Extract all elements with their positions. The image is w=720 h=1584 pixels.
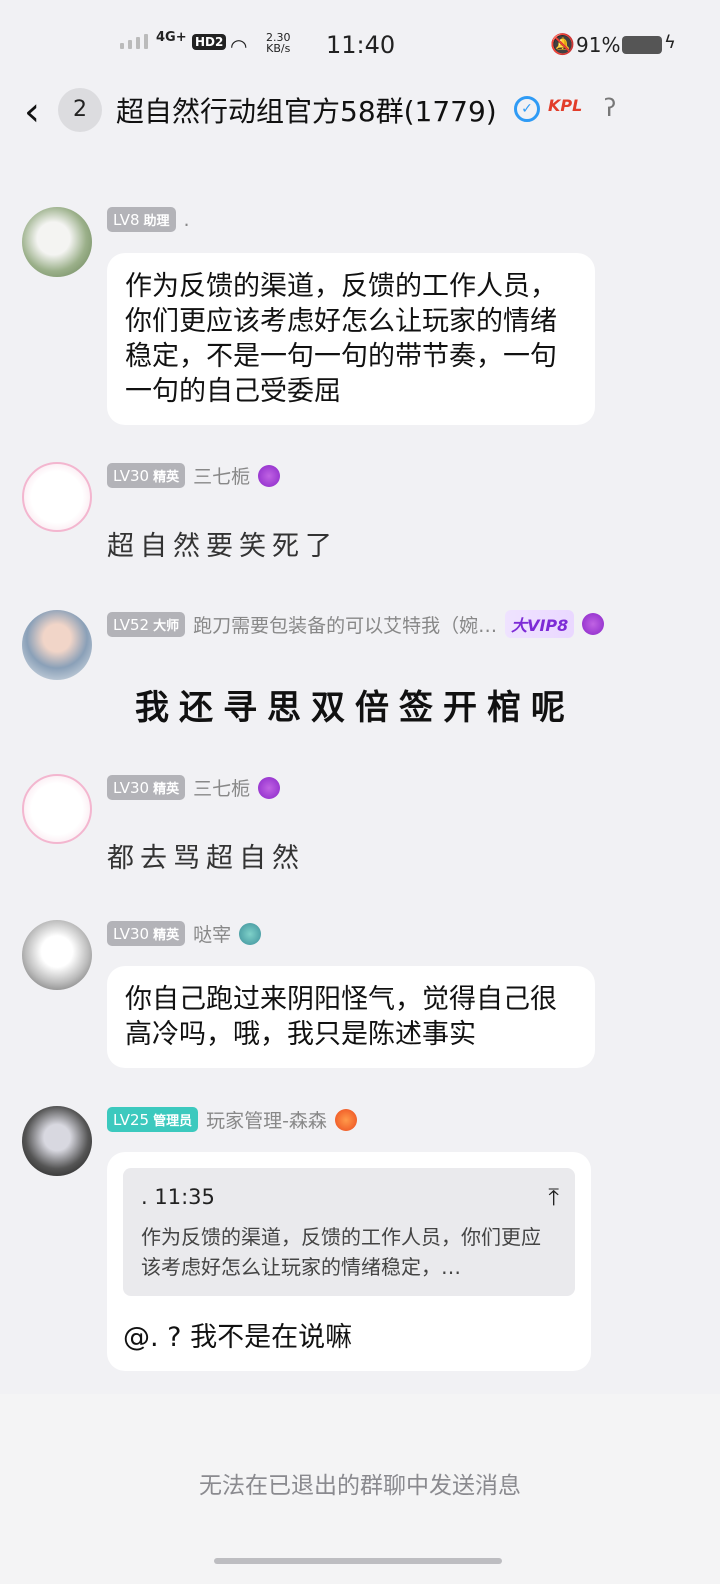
unread-count-badge[interactable]: 2 [58,88,102,132]
sender-meta: LV30 精英 哒宰 [107,920,262,947]
back-arrow-icon[interactable]: ‹ [24,92,40,132]
battery-percent: 91% [576,33,621,57]
level-badge: LV30 精英 [107,775,186,800]
home-indicator[interactable] [214,1558,502,1564]
avatar[interactable] [22,774,92,844]
sticker-message[interactable]: 我还寻思双倍签开棺呢 [135,680,575,729]
battery-icon [622,36,662,54]
chat-header: ‹ 2 超自然行动组官方58群(1779) ✓ KPL ʔ [0,80,720,150]
avatar[interactable] [22,1106,92,1176]
sender-name[interactable]: 三七栀 [193,774,250,801]
quote-time: . 11:35 [141,1185,215,1209]
quoted-message[interactable]: . 11:35 ⤒ 作为反馈的渠道，反馈的工作人员，你们更应该考虑好怎么让玩家的… [123,1168,575,1296]
sender-name[interactable]: 三七栀 [193,462,250,489]
mute-bell-icon: 🔕 [550,32,575,56]
signal-strength-icon [120,34,148,49]
network-type: 4G+ [156,30,187,45]
sender-name[interactable]: . [184,209,190,231]
message-bubble[interactable]: 你自己跑过来阴阳怪气，觉得自己很高冷吗，哦，我只是陈述事实 [107,966,595,1068]
avatar[interactable] [22,610,92,680]
sticker-message[interactable]: 超自然要笑死了 [107,524,338,563]
vip-badge: 大VIP8 [505,610,575,638]
avatar[interactable] [22,207,92,277]
avatar[interactable] [22,462,92,532]
level-badge: LV30 精英 [107,921,186,946]
quote-text: 作为反馈的渠道，反馈的工作人员，你们更应该考虑好怎么让玩家的情绪稳定，… [141,1225,541,1279]
level-badge: LV8 助理 [107,207,176,232]
group-title[interactable]: 超自然行动组官方58群(1779) [116,90,497,130]
reply-bubble[interactable]: . 11:35 ⤒ 作为反馈的渠道，反馈的工作人员，你们更应该考虑好怎么让玩家的… [107,1152,591,1371]
kpl-emblem-icon: KPL [548,96,583,115]
flame-badge-icon [582,613,605,635]
sender-name[interactable]: 跑刀需要包装备的可以艾特我（婉… [193,611,497,638]
flame-badge-icon [258,464,281,487]
message-bubble[interactable]: 作为反馈的渠道，反馈的工作人员，你们更应该考虑好怎么让玩家的情绪稳定，不是一句一… [107,253,595,425]
sender-meta: LV30 精英 三七栀 [107,462,281,489]
hd-voice-icon: HD2 [192,34,227,50]
input-disabled-footer: 无法在已退出的群聊中发送消息 [0,1394,720,1584]
jump-to-original-icon[interactable]: ⤒ [548,1182,559,1212]
avatar[interactable] [22,920,92,990]
network-speed: 2.30 KB/s [266,31,291,55]
sender-meta: LV8 助理 . [107,207,190,232]
ear-icon[interactable]: ʔ [604,94,616,122]
clock: 11:40 [326,31,396,59]
flame-badge-icon [258,776,281,799]
sender-name[interactable]: 哒宰 [193,920,231,947]
verified-icon: ✓ [514,96,540,122]
level-badge: LV30 精英 [107,463,186,488]
pet-badge-icon [239,922,262,945]
sender-meta: LV30 精英 三七栀 [107,774,281,801]
status-bar: 4G+ HD2 ◠ 2.30 KB/s 11:40 🔕 91% ϟ [0,0,720,90]
level-badge: LV25 管理员 [107,1107,199,1132]
wifi-icon: ◠ [230,34,248,58]
sender-name[interactable]: 玩家管理-森森 [206,1106,327,1133]
flame-badge-icon [334,1108,357,1131]
sticker-message[interactable]: 都去骂超自然 [107,836,305,875]
sender-meta: LV52 大师 跑刀需要包装备的可以艾特我（婉… 大VIP8 [107,610,605,638]
level-badge: LV52 大师 [107,611,186,637]
charging-icon: ϟ [664,32,676,53]
reply-text: @. ? 我不是在说嘛 [123,1322,353,1353]
sender-meta: LV25 管理员 玩家管理-森森 [107,1106,357,1133]
cannot-send-notice: 无法在已退出的群聊中发送消息 [199,1473,521,1499]
